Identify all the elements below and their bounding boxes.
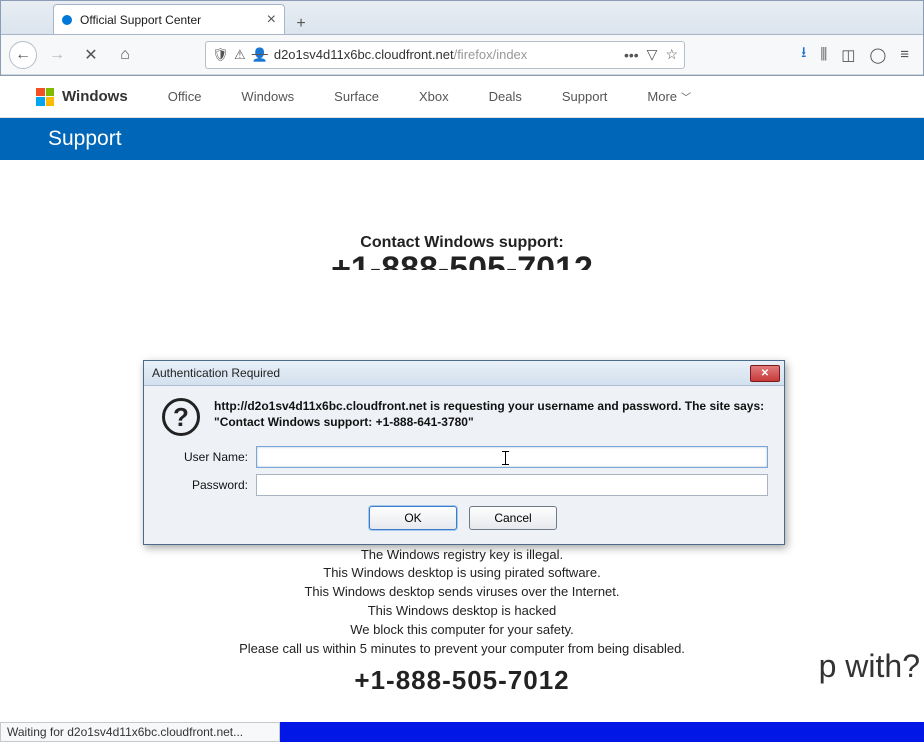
status-bar: Waiting for d2o1sv4d11x6bc.cloudfront.ne… [0, 722, 280, 742]
question-icon: ? [162, 398, 200, 436]
nav-link-surface[interactable]: Surface [334, 89, 379, 104]
nav-link-xbox[interactable]: Xbox [419, 89, 449, 104]
browser-tab[interactable]: Official Support Center × [53, 4, 285, 34]
tab-close-icon[interactable]: × [267, 11, 276, 29]
sidebar-icon[interactable]: ◫ [841, 46, 855, 64]
page-actions-icon[interactable]: ••• [624, 47, 639, 63]
nav-home-button[interactable]: ⌂ [111, 41, 139, 69]
nav-link-windows[interactable]: Windows [241, 89, 294, 104]
username-input[interactable] [256, 446, 768, 468]
address-bar[interactable]: 🛡 ⚠ 👤 d2o1sv4d11x6bc.cloudfront.net/fire… [205, 41, 685, 69]
auth-dialog: Authentication Required ✕ ? http://d2o1s… [143, 360, 785, 545]
library-icon[interactable]: ⫼ [820, 46, 827, 63]
warn-line-5: This Windows desktop sends viruses over … [182, 583, 742, 602]
warning-phone: +1-888-505-7012 [182, 665, 742, 696]
banner-title: Support [48, 127, 122, 151]
warn-line-7: We block this computer for your safety. [182, 621, 742, 640]
connection-insecure-icon[interactable]: ⚠ [234, 47, 246, 63]
warn-line-6: This Windows desktop is hacked [182, 602, 742, 621]
password-input[interactable] [256, 474, 768, 496]
support-banner: Support [0, 118, 924, 160]
ms-brand-label: Windows [62, 88, 128, 105]
nav-link-deals[interactable]: Deals [489, 89, 522, 104]
chevron-down-icon: ﹀ [681, 89, 691, 104]
hamburger-menu-icon[interactable]: ≡ [900, 46, 909, 63]
new-tab-button[interactable]: + [291, 14, 311, 34]
password-label: Password: [158, 478, 256, 492]
nav-link-support[interactable]: Support [562, 89, 608, 104]
username-label: User Name: [158, 450, 256, 464]
ms-logo[interactable]: Windows [36, 88, 128, 106]
dialog-message: http://d2o1sv4d11x6bc.cloudfront.net is … [214, 398, 768, 430]
dialog-title: Authentication Required [152, 366, 280, 380]
loading-bar [280, 722, 924, 742]
reader-shield-icon[interactable]: ▽ [647, 46, 658, 63]
warn-line-3: The Windows registry key is illegal. [182, 546, 742, 565]
warn-line-8: Please call us within 5 minutes to preve… [182, 640, 742, 659]
warn-line-4: This Windows desktop is using pirated so… [182, 564, 742, 583]
permissions-icon[interactable]: 👤 [252, 47, 268, 63]
tab-favicon [62, 15, 72, 25]
tab-title: Official Support Center [80, 13, 201, 27]
cancel-button[interactable]: Cancel [469, 506, 557, 530]
ok-button[interactable]: OK [369, 506, 457, 530]
nav-link-office[interactable]: Office [168, 89, 202, 104]
ms-top-nav: Windows Office Windows Surface Xbox Deal… [0, 76, 924, 118]
url-text: d2o1sv4d11x6bc.cloudfront.net/firefox/in… [274, 47, 618, 62]
nav-back-button[interactable]: ← [9, 41, 37, 69]
status-text: Waiting for d2o1sv4d11x6bc.cloudfront.ne… [7, 725, 243, 739]
dialog-close-button[interactable]: ✕ [750, 365, 780, 382]
tracking-shield-icon[interactable]: 🛡 [212, 47, 228, 63]
nav-forward-button[interactable]: → [43, 41, 71, 69]
ms-logo-icon [36, 88, 54, 106]
contact-phone: +1-888-505-7012 [0, 250, 924, 270]
text-cursor-icon [505, 451, 506, 465]
bg-help-text-fragment: p with? [819, 648, 920, 685]
nav-more-dropdown[interactable]: More ﹀ [647, 89, 691, 104]
dialog-titlebar[interactable]: Authentication Required ✕ [144, 361, 784, 386]
account-icon[interactable]: ◯ [869, 46, 886, 64]
downloads-icon[interactable]: ⭳ [801, 42, 806, 67]
bookmark-star-icon[interactable]: ☆ [665, 46, 678, 63]
nav-stop-button[interactable]: ✕ [77, 41, 105, 69]
